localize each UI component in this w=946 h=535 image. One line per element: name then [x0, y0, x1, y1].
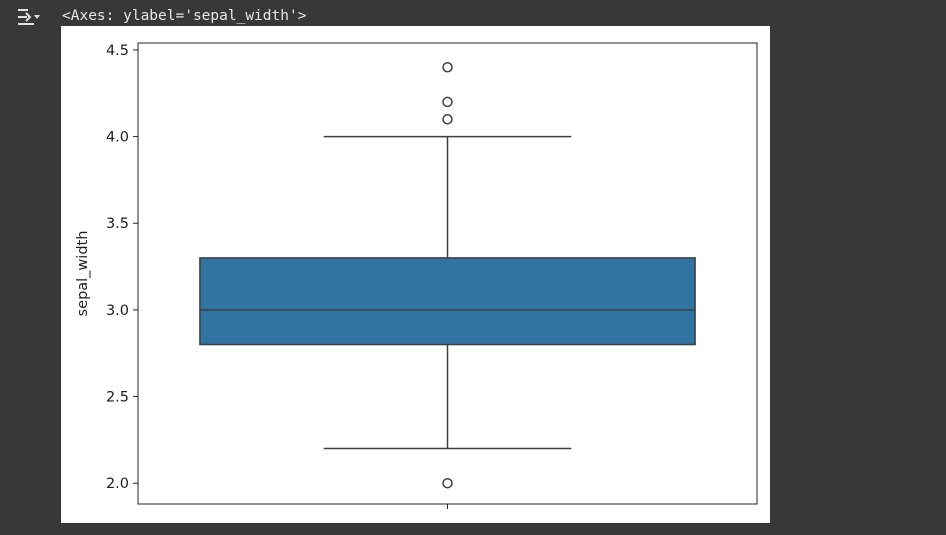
y-tick-label: 2.5 [106, 390, 129, 406]
y-tick-label: 3.0 [106, 303, 129, 319]
y-tick-label: 4.0 [106, 130, 129, 146]
plot-marks [199, 62, 696, 489]
notebook-output-area: <Axes: ylabel='sepal_width'> 2.0 2.5 3.0 3.… [0, 0, 946, 535]
output-collapse-icon[interactable] [16, 6, 46, 28]
outlier-point [442, 96, 453, 108]
y-tick-label: 4.5 [106, 43, 129, 59]
y-tick-label: 2.0 [106, 476, 129, 492]
output-text: <Axes: ylabel='sepal_width'> [62, 8, 307, 24]
box-plot-chart: 2.0 2.5 3.0 3.5 4.0 4.5 sepal_width [75, 42, 758, 509]
chart-figure: 2.0 2.5 3.0 3.5 4.0 4.5 sepal_width [61, 26, 770, 523]
y-axis: 2.0 2.5 3.0 3.5 4.0 4.5 [106, 43, 138, 492]
iqr-box [199, 257, 696, 346]
output-collapse-glyph [18, 9, 40, 25]
outlier-point [442, 114, 453, 125]
outlier-point [442, 62, 453, 73]
y-tick-label: 3.5 [106, 216, 129, 232]
y-axis-label: sepal_width [75, 231, 91, 317]
outlier-point [442, 477, 453, 489]
